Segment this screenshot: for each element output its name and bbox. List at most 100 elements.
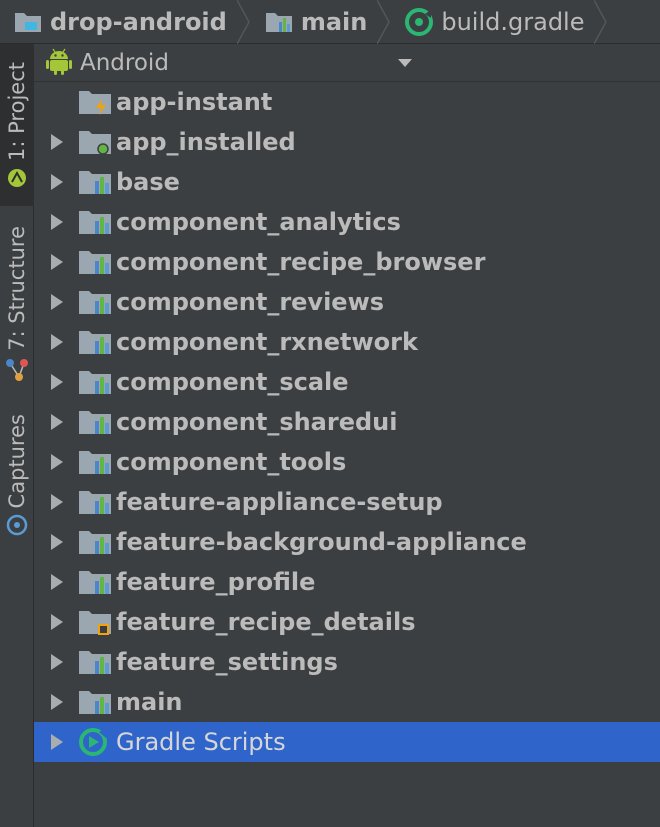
breadcrumb-item-file[interactable]: build.gradle bbox=[391, 0, 594, 44]
tree-item-label: component_analytics bbox=[116, 208, 401, 236]
tool-window-strip: 1: Project 7: Structure Captures bbox=[0, 44, 34, 827]
tree-row-feature-profile[interactable]: feature_profile bbox=[34, 562, 660, 602]
module-folder-icon bbox=[78, 648, 112, 676]
expand-arrow-icon[interactable] bbox=[34, 374, 74, 390]
chevron-right-icon bbox=[51, 614, 63, 630]
tree-row-component-recipe-browser[interactable]: component_recipe_browser bbox=[34, 242, 660, 282]
expand-arrow-icon[interactable] bbox=[34, 694, 74, 710]
tree-row-component-scale[interactable]: component_scale bbox=[34, 362, 660, 402]
tree-row-component-analytics[interactable]: component_analytics bbox=[34, 202, 660, 242]
module-folder-icon bbox=[78, 328, 112, 356]
app-module-folder-icon bbox=[78, 128, 112, 156]
tree-item-label: app_installed bbox=[116, 128, 296, 156]
tool-tab-captures[interactable]: Captures bbox=[0, 414, 34, 544]
breadcrumb-separator bbox=[377, 0, 391, 44]
tree-item-label: app-instant bbox=[116, 88, 273, 116]
expand-arrow-icon[interactable] bbox=[34, 334, 74, 350]
view-selector[interactable]: Android bbox=[34, 44, 660, 82]
breadcrumb-label: main bbox=[300, 7, 368, 36]
breadcrumb-separator bbox=[594, 0, 608, 44]
chevron-right-icon bbox=[51, 694, 63, 710]
tree-row-main[interactable]: main bbox=[34, 682, 660, 722]
tree-row-component-tools[interactable]: component_tools bbox=[34, 442, 660, 482]
expand-arrow-icon[interactable] bbox=[34, 534, 74, 550]
module-folder-icon bbox=[78, 688, 112, 716]
expand-arrow-icon[interactable] bbox=[34, 174, 74, 190]
chevron-right-icon bbox=[51, 734, 63, 750]
module-folder-icon bbox=[78, 248, 112, 276]
tree-item-label: component_recipe_browser bbox=[116, 248, 486, 276]
tree-row-feature-settings[interactable]: feature_settings bbox=[34, 642, 660, 682]
tree-item-label: feature_profile bbox=[116, 568, 316, 596]
expand-arrow-icon[interactable] bbox=[34, 454, 74, 470]
structure-icon bbox=[5, 357, 29, 387]
breadcrumb-label: build.gradle bbox=[441, 7, 585, 36]
tree-item-label: Gradle Scripts bbox=[116, 728, 286, 756]
expand-arrow-icon[interactable] bbox=[34, 414, 74, 430]
tree-item-label: component_sharedui bbox=[116, 408, 398, 436]
tree-row-base[interactable]: base bbox=[34, 162, 660, 202]
gradle-icon bbox=[78, 728, 112, 756]
view-selector-label: Android bbox=[80, 49, 169, 76]
module-folder-icon bbox=[78, 448, 112, 476]
tree-item-label: feature-appliance-setup bbox=[116, 488, 443, 516]
tree-item-label: main bbox=[116, 688, 183, 716]
chevron-right-icon bbox=[51, 214, 63, 230]
chevron-right-icon bbox=[51, 134, 63, 150]
breadcrumb-item-main[interactable]: main bbox=[251, 0, 378, 44]
tree-row-component-rxnetwork[interactable]: component_rxnetwork bbox=[34, 322, 660, 362]
module-folder-icon bbox=[78, 568, 112, 596]
tree-row-component-reviews[interactable]: component_reviews bbox=[34, 282, 660, 322]
module-folder-icon bbox=[265, 10, 293, 34]
android-icon bbox=[7, 167, 27, 193]
tree-row-component-sharedui[interactable]: component_sharedui bbox=[34, 402, 660, 442]
tree-row-app-instant[interactable]: app-instant bbox=[34, 82, 660, 122]
module-folder-icon bbox=[78, 408, 112, 436]
project-tree: app-instant app_installedbase component_an… bbox=[34, 82, 660, 762]
captures-icon bbox=[6, 514, 28, 540]
expand-arrow-icon[interactable] bbox=[34, 734, 74, 750]
tree-row-gradle-scripts[interactable]: Gradle Scripts bbox=[34, 722, 660, 762]
tree-row-feature-recipe-details[interactable]: feature_recipe_details bbox=[34, 602, 660, 642]
expand-arrow-icon[interactable] bbox=[34, 254, 74, 270]
project-folder-icon bbox=[14, 10, 42, 34]
tree-row-feature-background-appliance[interactable]: feature-background-appliance bbox=[34, 522, 660, 562]
instant-app-folder-icon bbox=[78, 88, 112, 116]
chevron-right-icon bbox=[51, 254, 63, 270]
tree-item-label: component_reviews bbox=[116, 288, 385, 316]
expand-arrow-icon[interactable] bbox=[34, 654, 74, 670]
tree-item-label: feature_settings bbox=[116, 648, 338, 676]
expand-arrow-icon[interactable] bbox=[34, 614, 74, 630]
expand-arrow-icon[interactable] bbox=[34, 494, 74, 510]
tree-item-label: feature_recipe_details bbox=[116, 608, 416, 636]
module-folder-icon bbox=[78, 488, 112, 516]
chevron-right-icon bbox=[51, 414, 63, 430]
breadcrumb-item-project[interactable]: drop-android bbox=[0, 0, 237, 44]
expand-arrow-icon[interactable] bbox=[34, 294, 74, 310]
chevron-right-icon bbox=[51, 574, 63, 590]
chevron-right-icon bbox=[51, 654, 63, 670]
expand-arrow-icon[interactable] bbox=[34, 214, 74, 230]
tree-item-label: feature-background-appliance bbox=[116, 528, 527, 556]
module-folder-icon bbox=[78, 288, 112, 316]
chevron-right-icon bbox=[51, 374, 63, 390]
expand-arrow-icon[interactable] bbox=[34, 574, 74, 590]
tree-row-feature-appliance-setup[interactable]: feature-appliance-setup bbox=[34, 482, 660, 522]
chevron-right-icon bbox=[51, 454, 63, 470]
tool-tab-structure[interactable]: 7: Structure bbox=[0, 226, 34, 386]
chevron-right-icon bbox=[51, 294, 63, 310]
module-folder-icon bbox=[78, 208, 112, 236]
breadcrumb-label: drop-android bbox=[50, 7, 227, 36]
chevron-right-icon bbox=[51, 174, 63, 190]
breadcrumb: drop-android main build.gradle bbox=[0, 0, 660, 44]
tool-tab-label: Captures bbox=[5, 414, 29, 509]
tool-tab-label: 7: Structure bbox=[5, 226, 29, 351]
tree-row-app-installed[interactable]: app_installed bbox=[34, 122, 660, 162]
feature-module-folder-icon bbox=[78, 608, 112, 636]
expand-arrow-icon[interactable] bbox=[34, 134, 74, 150]
chevron-down-icon[interactable] bbox=[398, 58, 412, 67]
tool-tab-project[interactable]: 1: Project bbox=[0, 44, 34, 206]
project-panel: Android app-instant app_installedbase comp… bbox=[34, 44, 660, 827]
tree-item-label: component_scale bbox=[116, 368, 349, 396]
module-folder-icon bbox=[78, 368, 112, 396]
